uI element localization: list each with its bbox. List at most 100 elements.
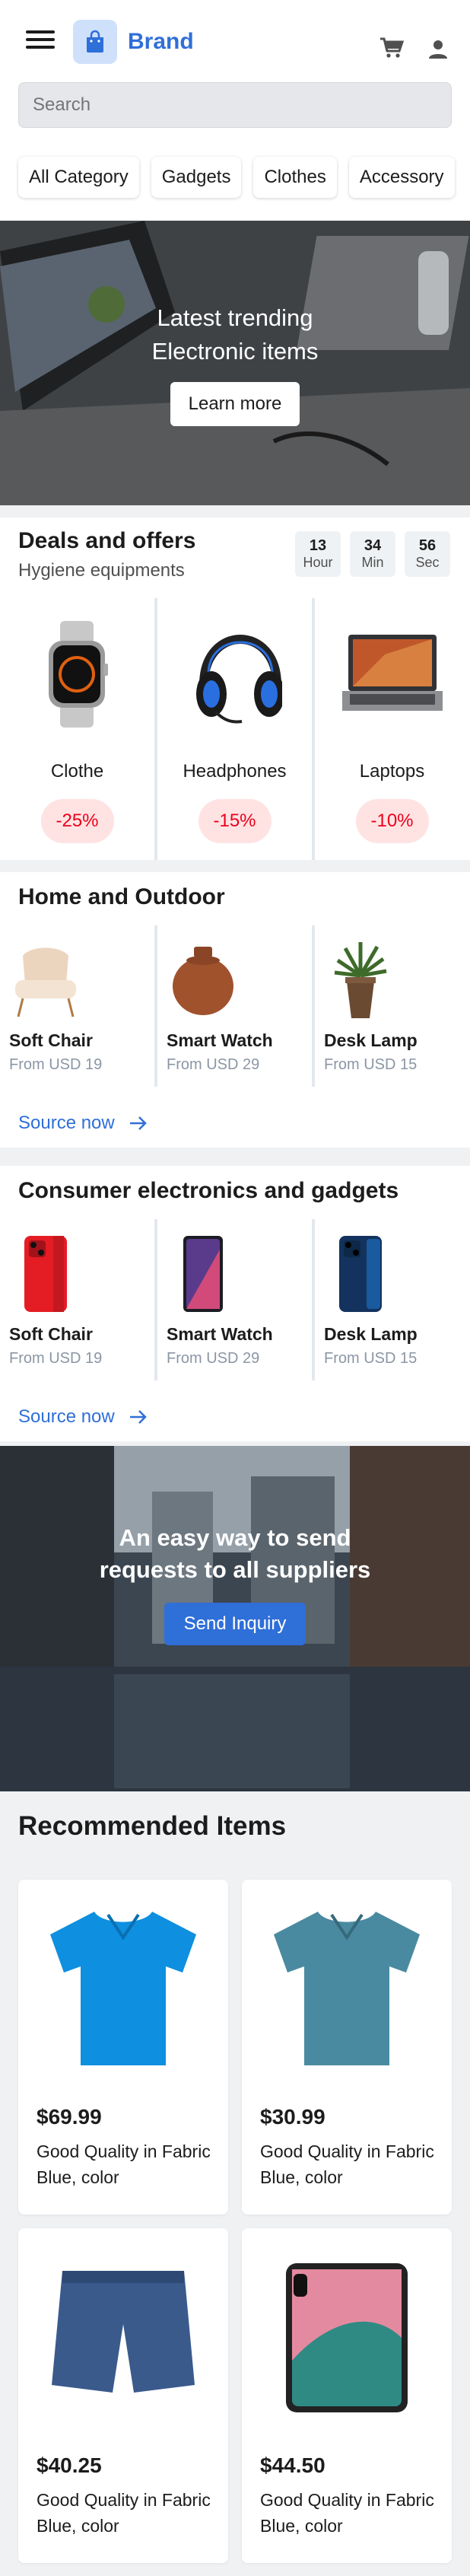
recommended-grid: $69.99 Good Quality in Fabric Blue, colo… <box>18 1880 452 2563</box>
chip-clothes[interactable]: Clothes <box>253 157 337 198</box>
recommended-card[interactable]: $44.50 Good Quality in Fabric Blue, colo… <box>242 2228 452 2563</box>
search-input[interactable] <box>18 82 452 128</box>
timer-hours: 13 Hour <box>295 531 341 577</box>
product-price: From USD 19 <box>9 1056 103 1073</box>
brand-name: Brand <box>128 29 194 54</box>
learn-more-button[interactable]: Learn more <box>170 382 300 426</box>
hero-line-2: Electronic items <box>151 338 319 365</box>
shopping-bag-icon <box>73 20 117 64</box>
deal-name: Laptops <box>359 761 425 782</box>
product-price: From USD 15 <box>324 1056 418 1073</box>
source-now-link[interactable]: Source now <box>18 1406 148 1428</box>
recommended-card[interactable]: $40.25 Good Quality in Fabric Blue, colo… <box>18 2228 228 2563</box>
polo-shirt-image <box>274 1912 420 2065</box>
red-phone-image <box>24 1236 67 1312</box>
recommended-desc: Good Quality in Fabric Blue, color <box>260 2138 434 2190</box>
product-card[interactable]: Soft Chair From USD 19 <box>0 1219 154 1380</box>
product-name: Smart Watch <box>167 1030 273 1050</box>
hero-heading: Latest trending Electronic items <box>0 301 470 368</box>
blue-phone-image <box>339 1236 382 1312</box>
arrow-right-icon <box>129 1410 147 1424</box>
product-price: From USD 29 <box>167 1350 260 1367</box>
recommended-card[interactable]: $30.99 Good Quality in Fabric Blue, colo… <box>242 1880 452 2215</box>
recommended-price: $69.99 <box>37 2105 102 2129</box>
desc-line: Good Quality in Fabric <box>260 2490 434 2510</box>
inquiry-banner: An easy way to send requests to all supp… <box>0 1446 470 1791</box>
deals-subtitle: Hygiene equipments <box>18 560 185 581</box>
timer-minutes: 34 Min <box>350 531 395 577</box>
timer-label: Sec <box>415 555 440 570</box>
desc-line: Blue, color <box>37 2516 119 2536</box>
product-price: From USD 19 <box>9 1350 103 1367</box>
cart-icon[interactable] <box>379 37 405 59</box>
product-price: From USD 29 <box>167 1056 260 1073</box>
desc-line: Good Quality in Fabric <box>37 2490 211 2510</box>
product-name: Soft Chair <box>9 1324 93 1344</box>
countdown-timer: 13 Hour 34 Min 56 Sec <box>295 531 450 577</box>
desc-line: Blue, color <box>260 2167 343 2187</box>
arrow-right-icon <box>129 1116 147 1130</box>
timer-seconds: 56 Sec <box>405 531 450 577</box>
inquiry-heading: An easy way to send requests to all supp… <box>0 1522 470 1586</box>
source-now-label: Source now <box>18 1113 115 1133</box>
discount-badge: -25% <box>40 799 114 843</box>
deals-section: Deals and offers Hygiene equipments 13 H… <box>0 517 470 860</box>
menu-icon[interactable] <box>26 30 55 52</box>
desc-line: Good Quality in Fabric <box>260 2141 434 2161</box>
dark-phone-image <box>183 1236 223 1312</box>
tablet-image <box>286 2263 408 2412</box>
deal-card-clothe[interactable]: Clothe -25% <box>0 598 154 860</box>
chip-all-category[interactable]: All Category <box>18 157 139 198</box>
product-card[interactable]: Smart Watch From USD 29 <box>157 1219 312 1380</box>
home-outdoor-section: Home and Outdoor Soft Chair From USD 19 <box>0 872 470 1148</box>
user-icon[interactable] <box>427 38 449 59</box>
timer-value: 13 <box>309 537 327 554</box>
timer-label: Min <box>361 555 384 570</box>
category-chips: All Category Gadgets Clothes Accessory <box>18 157 455 198</box>
product-card[interactable]: Desk Lamp From USD 15 <box>315 1219 469 1380</box>
product-card[interactable]: Smart Watch From USD 29 <box>157 925 312 1087</box>
product-name: Smart Watch <box>167 1324 273 1344</box>
clay-pot-image <box>173 947 233 1015</box>
denim-shorts-image <box>52 2271 195 2393</box>
potted-plant-image <box>334 942 387 1018</box>
product-name: Desk Lamp <box>324 1030 418 1050</box>
product-card[interactable]: Soft Chair From USD 19 <box>0 925 154 1087</box>
send-inquiry-button[interactable]: Send Inquiry <box>164 1603 306 1645</box>
product-row: Soft Chair From USD 19 Smart Watch From … <box>0 1219 469 1380</box>
product-card[interactable]: Desk Lamp From USD 15 <box>315 925 469 1087</box>
deal-card-laptops[interactable]: Laptops -10% <box>315 598 469 860</box>
timer-value: 56 <box>418 537 437 554</box>
deals-title: Deals and offers <box>18 528 196 553</box>
recommended-card[interactable]: $69.99 Good Quality in Fabric Blue, colo… <box>18 1880 228 2215</box>
timer-label: Hour <box>303 555 333 570</box>
polo-shirt-image <box>50 1912 196 2065</box>
recommended-price: $40.25 <box>37 2453 102 2477</box>
source-now-label: Source now <box>18 1406 115 1427</box>
product-name: Soft Chair <box>9 1030 93 1050</box>
recommended-desc: Good Quality in Fabric Blue, color <box>37 2487 211 2539</box>
smartwatch-image <box>49 621 108 728</box>
recommended-desc: Good Quality in Fabric Blue, color <box>37 2138 211 2190</box>
hero-banner: Latest trending Electronic items Learn m… <box>0 221 470 505</box>
recommended-price: $44.50 <box>260 2453 326 2477</box>
inquiry-line-2: requests to all suppliers <box>99 1556 371 1583</box>
electronics-section: Consumer electronics and gadgets Soft Ch… <box>0 1166 470 1441</box>
source-now-link[interactable]: Source now <box>18 1113 148 1134</box>
discount-badge: -10% <box>355 799 429 843</box>
header: Brand All Category Gadgets Clothes Acces… <box>0 0 470 221</box>
page: Brand All Category Gadgets Clothes Acces… <box>0 0 470 2576</box>
chip-gadgets[interactable]: Gadgets <box>151 157 242 198</box>
deal-card-headphones[interactable]: Headphones -15% <box>157 598 312 860</box>
logo[interactable]: Brand <box>73 20 194 64</box>
product-name: Desk Lamp <box>324 1324 418 1344</box>
section-title: Consumer electronics and gadgets <box>18 1178 399 1203</box>
inquiry-line-1: An easy way to send <box>119 1524 351 1551</box>
desc-line: Blue, color <box>37 2167 119 2187</box>
chip-accessory[interactable]: Accessory <box>348 157 455 198</box>
section-title: Home and Outdoor <box>18 884 225 909</box>
headphones-image <box>196 635 282 724</box>
product-row: Soft Chair From USD 19 Smart Watch From … <box>0 925 469 1087</box>
desc-line: Good Quality in Fabric <box>37 2141 211 2161</box>
timer-value: 34 <box>364 537 382 554</box>
